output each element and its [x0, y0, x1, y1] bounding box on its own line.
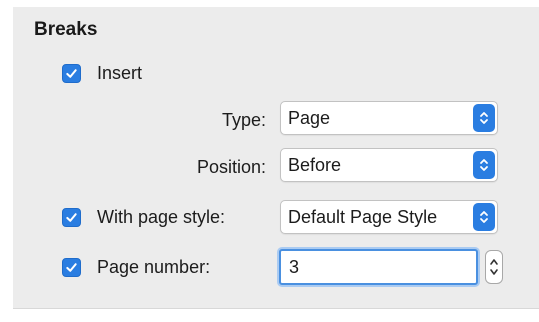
type-select[interactable]: Page	[280, 101, 498, 135]
position-label: Position:	[196, 157, 266, 177]
page-style-select[interactable]: Default Page Style	[280, 200, 498, 234]
type-select-value: Page	[288, 108, 331, 128]
page-number-row: Page number:	[62, 257, 210, 278]
checkmark-icon	[66, 69, 77, 78]
page-number-label: Page number:	[97, 257, 211, 277]
with-page-style-checkbox[interactable]	[62, 208, 81, 227]
position-select-value: Before	[288, 155, 342, 175]
section-heading: Breaks	[34, 19, 98, 40]
with-page-style-row: With page style:	[62, 207, 225, 228]
updown-chevron-icon	[473, 151, 495, 179]
updown-chevron-icon	[473, 104, 495, 132]
updown-chevron-icon	[473, 203, 495, 231]
page-number-checkbox[interactable]	[62, 258, 81, 277]
checkmark-icon	[66, 263, 77, 272]
insert-checkbox[interactable]	[62, 64, 81, 83]
page-style-select-value: Default Page Style	[288, 207, 438, 227]
type-label: Type:	[221, 110, 266, 130]
page-number-input[interactable]: 3	[279, 249, 478, 285]
position-select[interactable]: Before	[280, 148, 498, 182]
insert-label: Insert	[97, 63, 143, 83]
with-page-style-label: With page style:	[97, 207, 226, 227]
checkmark-icon	[66, 213, 77, 222]
insert-row: Insert	[62, 63, 142, 84]
spin-arrows-icon[interactable]	[485, 250, 503, 284]
